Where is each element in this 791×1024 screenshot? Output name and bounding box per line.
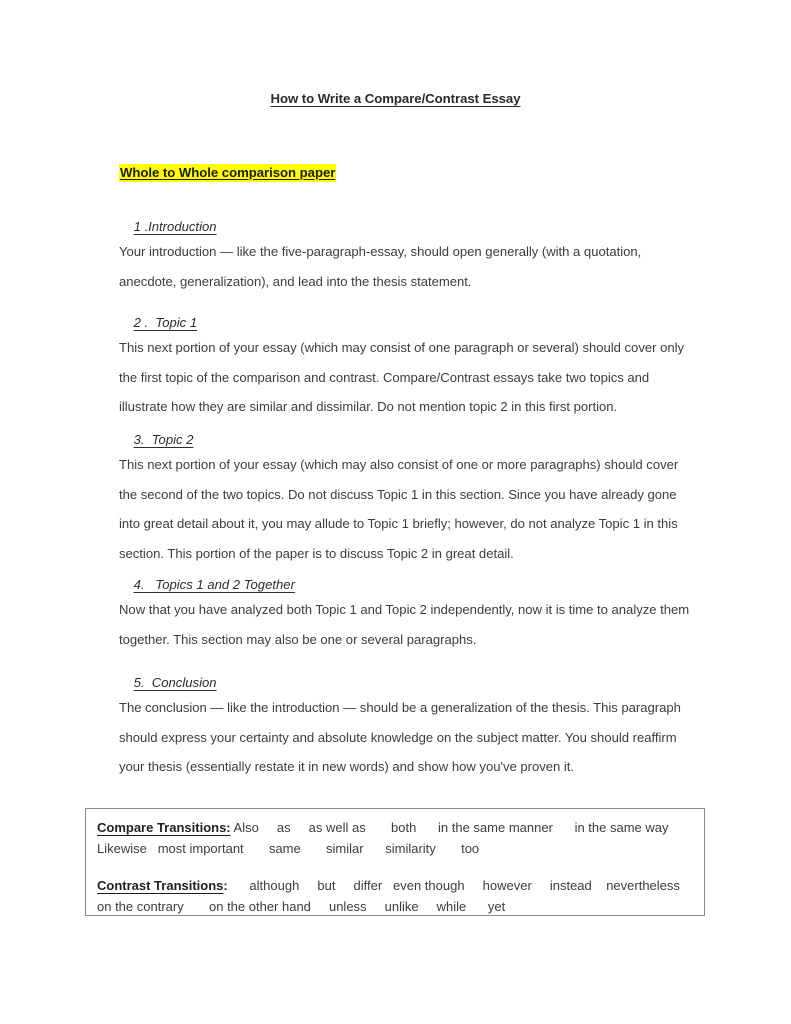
contrast-transitions-words-1: although but differ even though however … [227,878,680,893]
compare-transitions-block: Compare Transitions: Also as as well as … [97,818,694,859]
contrast-transitions-label: Contrast Transitions [97,878,224,893]
compare-transitions-line: Compare Transitions: Also as as well as … [97,818,694,859]
section-body-topics-together: Now that you have analyzed both Topic 1 … [119,602,690,647]
section-body-conclusion: The conclusion — like the introduction —… [119,700,681,774]
compare-transitions-words-1: Also as as well as both in the same mann… [230,820,669,835]
contrast-transitions-line: Contrast Transitions: although but diffe… [97,876,694,917]
section-body-introduction: Your introduction — like the five-paragr… [119,244,642,289]
contrast-transitions-words-2: on the contrary on the other hand unless… [97,898,506,914]
transitions-box: Compare Transitions: Also as as well as … [85,808,705,916]
highlighted-heading-text: Whole to Whole comparison paper [119,164,337,182]
section-body-topic-2: This next portion of your essay (which m… [119,457,679,561]
document-page: How to Write a Compare/Contrast Essay Wh… [0,0,791,1024]
page-title-text: How to Write a Compare/Contrast Essay [270,91,521,106]
compare-transitions-label: Compare Transitions: [97,820,231,835]
page-title: How to Write a Compare/Contrast Essay [0,91,791,106]
contrast-transitions-block: Contrast Transitions: although but diffe… [97,876,694,917]
highlighted-heading: Whole to Whole comparison paper [119,164,337,182]
compare-transitions-words-2: Likewise most important same similar sim… [97,840,480,856]
section-body-topic-1: This next portion of your essay (which m… [119,340,685,414]
